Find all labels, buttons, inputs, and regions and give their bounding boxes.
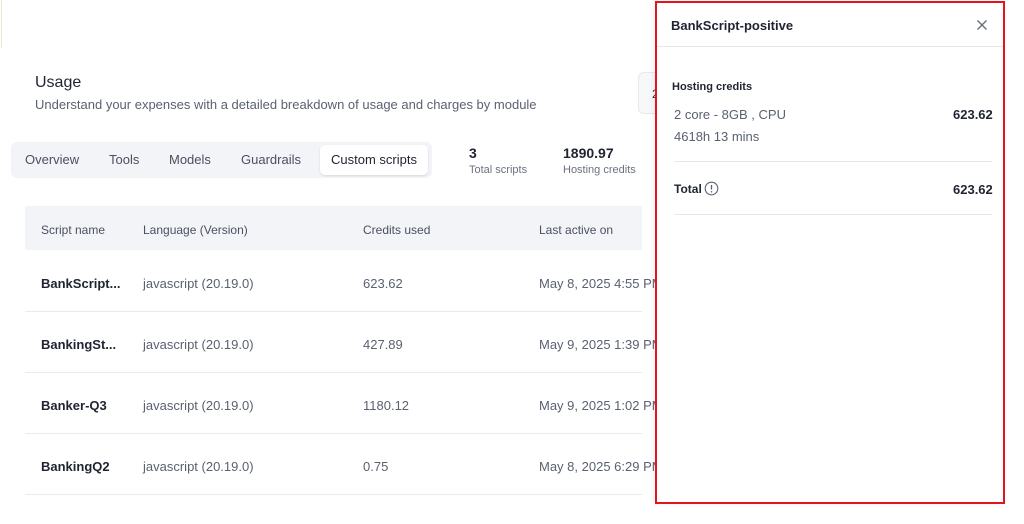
total-amount: 623.62 (953, 182, 993, 197)
script-credits: 623.62 (363, 276, 403, 291)
script-last-active: May 9, 2025 1:02 PM (539, 398, 657, 413)
total-scripts-value: 3 (469, 145, 477, 161)
tab-models[interactable]: Models (169, 142, 211, 178)
usage-page: Usage Understand your expenses with a de… (0, 0, 1024, 524)
page-title: Usage (35, 74, 82, 91)
divider (674, 214, 992, 215)
panel-title: BankScript-positive (671, 18, 794, 33)
hosting-amount: 623.62 (953, 107, 993, 122)
table-row[interactable]: BankingSt... javascript (20.19.0) 427.89… (25, 312, 657, 373)
script-name[interactable]: BankingSt... (41, 337, 116, 352)
script-last-active: May 8, 2025 4:55 PM (539, 276, 657, 291)
total-label: Total (674, 182, 702, 196)
tab-overview[interactable]: Overview (25, 142, 79, 178)
info-icon-glyph (704, 181, 719, 196)
total-scripts-label: Total scripts (469, 164, 528, 176)
panel-header: BankScript-positive (657, 3, 1003, 47)
script-last-active: May 9, 2025 1:39 PM (539, 337, 657, 352)
divider (674, 161, 992, 162)
column-header-credits[interactable]: Credits used (363, 223, 430, 237)
tab-guardrails[interactable]: Guardrails (241, 142, 301, 178)
script-name[interactable]: BankingQ2 (41, 459, 110, 474)
close-icon[interactable] (974, 17, 990, 33)
hosting-hours: 4618h 13 mins (674, 129, 760, 144)
script-name[interactable]: BankScript... (41, 276, 120, 291)
hosting-spec: 2 core - 8GB , CPU (674, 107, 786, 122)
script-credits: 427.89 (363, 337, 403, 352)
script-detail-panel: BankScript-positive Hosting credits 2 co… (655, 1, 1005, 504)
script-language: javascript (20.19.0) (143, 276, 254, 291)
column-header-last-active[interactable]: Last active on (539, 223, 613, 237)
module-tabs: Overview Tools Models Guardrails Custom … (11, 142, 432, 178)
hosting-credits-label: Hosting credits (563, 164, 636, 176)
table-header: Script name Language (Version) Credits u… (25, 206, 642, 250)
script-name[interactable]: Banker-Q3 (41, 398, 107, 413)
script-credits: 1180.12 (363, 398, 410, 413)
script-last-active: May 8, 2025 6:29 PM (539, 459, 657, 474)
table-row[interactable]: BankingQ2 javascript (20.19.0) 0.75 May … (25, 434, 657, 495)
tab-tools[interactable]: Tools (109, 142, 139, 178)
hosting-credits-value: 1890.97 (563, 145, 614, 161)
page-subtitle: Understand your expenses with a detailed… (35, 97, 537, 112)
script-language: javascript (20.19.0) (143, 337, 254, 352)
script-credits: 0.75 (363, 459, 389, 474)
hosting-credits-section-label: Hosting credits (672, 81, 753, 93)
info-icon[interactable] (704, 181, 719, 196)
column-header-language[interactable]: Language (Version) (143, 223, 248, 237)
table-row[interactable]: Banker-Q3 javascript (20.19.0) 1180.12 M… (25, 373, 657, 434)
script-language: javascript (20.19.0) (143, 459, 254, 474)
close-icon-glyph (977, 20, 987, 30)
table-row[interactable]: BankScript... javascript (20.19.0) 623.6… (25, 251, 657, 312)
tab-custom-scripts[interactable]: Custom scripts (320, 145, 428, 175)
script-language: javascript (20.19.0) (143, 398, 254, 413)
left-edge-strip (0, 0, 3, 60)
column-header-script-name[interactable]: Script name (41, 223, 105, 237)
